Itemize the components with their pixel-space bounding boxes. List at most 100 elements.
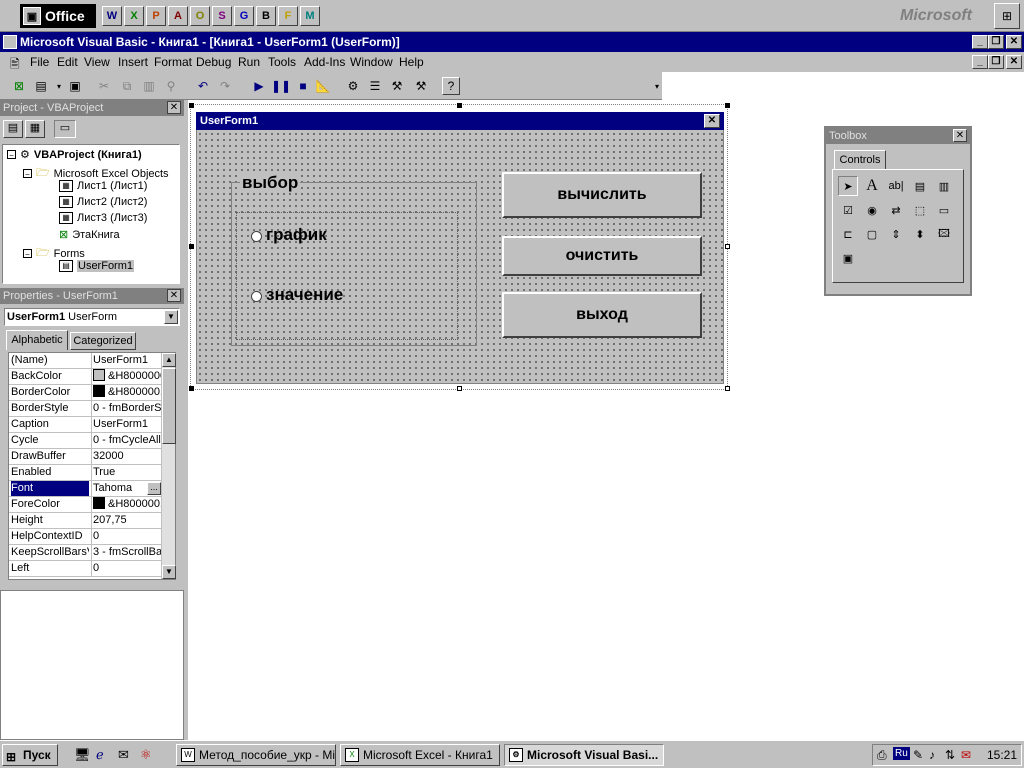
insert-userform-icon[interactable]: ▤ — [32, 77, 50, 95]
property-value[interactable]: 0 - fmBorderSt — [91, 401, 161, 416]
property-row[interactable]: Left 0 — [9, 561, 161, 577]
mail-icon[interactable]: ✉ — [961, 748, 971, 762]
menu-view[interactable]: View — [84, 55, 110, 69]
property-value[interactable]: Tahoma... — [91, 481, 161, 496]
close-icon[interactable]: ✕ — [704, 114, 720, 128]
property-value[interactable]: 32000 — [91, 449, 161, 464]
menu-add-ins[interactable]: Add-Ins — [304, 55, 345, 69]
start-button[interactable]: ⊞ Пуск — [2, 744, 58, 766]
paste-icon[interactable]: ▥ — [140, 77, 158, 95]
properties-close-button[interactable]: ✕ — [167, 289, 181, 302]
run-icon[interactable]: ▶ — [250, 77, 268, 95]
resize-handle[interactable] — [189, 386, 194, 391]
ellipsis-button[interactable]: ... — [147, 482, 161, 495]
exit-button[interactable]: выход — [502, 292, 702, 338]
access-shortcut-icon[interactable]: A — [168, 6, 188, 26]
outlook-shortcut-icon[interactable]: O — [190, 6, 210, 26]
copy-icon[interactable]: ⧉ — [118, 77, 136, 95]
help-icon[interactable]: ? — [442, 77, 460, 95]
property-scrollbar[interactable]: ▲ ▼ — [161, 353, 176, 579]
view-excel-icon[interactable]: ⊠ — [10, 77, 28, 95]
chevron-down-icon[interactable]: ▼ — [164, 310, 178, 324]
undo-icon[interactable]: ↶ — [194, 77, 212, 95]
collapse-icon[interactable]: − — [23, 249, 32, 259]
menu-help[interactable]: Help — [399, 55, 424, 69]
excel-shortcut-icon[interactable]: X — [124, 6, 144, 26]
resize-handle[interactable] — [189, 103, 194, 108]
spinbutton-tool-icon[interactable]: ⬍ — [910, 224, 930, 244]
property-row[interactable]: KeepScrollBarsVi 3 - fmScrollBar — [9, 545, 161, 561]
toolbar-options-icon[interactable]: ▾ — [648, 77, 666, 95]
resize-handle[interactable] — [725, 244, 730, 249]
doc-close-button[interactable]: ✕ — [1006, 55, 1022, 69]
property-value[interactable]: UserForm1 — [91, 417, 161, 432]
break-icon[interactable]: ❚❚ — [271, 77, 291, 95]
property-row[interactable]: Enabled True — [9, 465, 161, 481]
property-value[interactable]: &H8000000 — [91, 369, 161, 384]
property-row[interactable]: Caption UserForm1 — [9, 417, 161, 433]
desktop-icon[interactable]: 🖥 — [74, 747, 91, 763]
menu-run[interactable]: Run — [238, 55, 260, 69]
property-row[interactable]: Font Tahoma... — [9, 481, 161, 497]
option-graph-label[interactable]: график — [266, 225, 327, 245]
pen-icon[interactable]: ✎ — [913, 748, 923, 762]
internet-explorer-icon[interactable]: ℯ — [96, 747, 104, 763]
project-close-button[interactable]: ✕ — [167, 101, 181, 114]
radio-graph[interactable] — [251, 231, 262, 242]
restore-button[interactable]: ❐ — [988, 35, 1004, 49]
collapse-icon[interactable]: − — [23, 169, 32, 179]
menu-edit[interactable]: Edit — [57, 55, 78, 69]
project-explorer-icon[interactable]: ⚙ — [344, 77, 362, 95]
toolbox-icon[interactable]: ⚒ — [412, 77, 430, 95]
doc-restore-button[interactable]: ❐ — [988, 55, 1004, 69]
redo-icon[interactable]: ↷ — [216, 77, 234, 95]
multipage-tool-icon[interactable]: ▢ — [862, 224, 882, 244]
task-vba[interactable]: ⚙ Microsoft Visual Basi... — [504, 744, 664, 766]
word-shortcut-icon[interactable]: W — [102, 6, 122, 26]
doc-minimize-button[interactable]: _ — [972, 55, 988, 69]
ie-shortcut-icon[interactable]: G — [234, 6, 254, 26]
close-button[interactable]: ✕ — [1006, 35, 1022, 49]
listbox-tool-icon[interactable]: ▥ — [934, 176, 954, 196]
optionbutton-tool-icon[interactable]: ◉ — [862, 200, 882, 220]
design-mode-icon[interactable]: 📐 — [314, 77, 332, 95]
language-indicator[interactable]: Ru — [893, 747, 910, 760]
printer-icon[interactable]: ⎙ — [877, 748, 887, 763]
checkbox-tool-icon[interactable]: ☑ — [838, 200, 858, 220]
outlook-icon[interactable]: ✉ — [118, 747, 129, 763]
powerpoint-shortcut-icon[interactable]: P — [146, 6, 166, 26]
menu-file[interactable]: File — [30, 55, 49, 69]
property-value[interactable]: 3 - fmScrollBar — [91, 545, 161, 560]
clock[interactable]: 15:21 — [987, 748, 1017, 762]
cut-icon[interactable]: ✂ — [95, 77, 113, 95]
minimize-button[interactable]: _ — [972, 35, 988, 49]
property-row[interactable]: Height 207,75 — [9, 513, 161, 529]
togglebutton-tool-icon[interactable]: ⇄ — [886, 200, 906, 220]
office-menu-button[interactable]: ▣ Office — [20, 4, 96, 28]
tabstrip-tool-icon[interactable]: ⊏ — [838, 224, 858, 244]
menu-tools[interactable]: Tools — [268, 55, 296, 69]
property-row[interactable]: ForeColor &H8000001 — [9, 497, 161, 513]
calculate-button[interactable]: вычислить — [502, 172, 702, 218]
view-object-icon[interactable]: ▦ — [25, 120, 45, 138]
property-value[interactable]: UserForm1 — [91, 353, 161, 368]
refedit-tool-icon[interactable]: ▣ — [838, 248, 858, 268]
toolbox-title-bar[interactable]: Toolbox ✕ — [826, 128, 970, 144]
tree-root[interactable]: − ⚙ VBAProject (Книга1) — [7, 148, 142, 161]
resize-handle[interactable] — [725, 103, 730, 108]
option-value-label[interactable]: значение — [266, 285, 343, 305]
image-tool-icon[interactable]: 🖾 — [934, 224, 954, 244]
reset-icon[interactable]: ■ — [294, 77, 312, 95]
property-value[interactable]: 0 - fmCycleAllF — [91, 433, 161, 448]
property-row[interactable]: HelpContextID 0 — [9, 529, 161, 545]
tree-item-sheet1[interactable]: ▦ Лист1 (Лист1) — [59, 180, 147, 192]
property-value[interactable]: 0 — [91, 529, 161, 544]
scrollbar-tool-icon[interactable]: ⇕ — [886, 224, 906, 244]
schedule-shortcut-icon[interactable]: S — [212, 6, 232, 26]
properties-icon[interactable]: ☰ — [366, 77, 384, 95]
pointer-icon[interactable]: ➤ — [838, 176, 858, 196]
tab-controls[interactable]: Controls — [834, 150, 886, 170]
property-row[interactable]: DrawBuffer 32000 — [9, 449, 161, 465]
collapse-icon[interactable]: − — [7, 150, 16, 160]
network-icon[interactable]: ⇅ — [945, 748, 955, 762]
